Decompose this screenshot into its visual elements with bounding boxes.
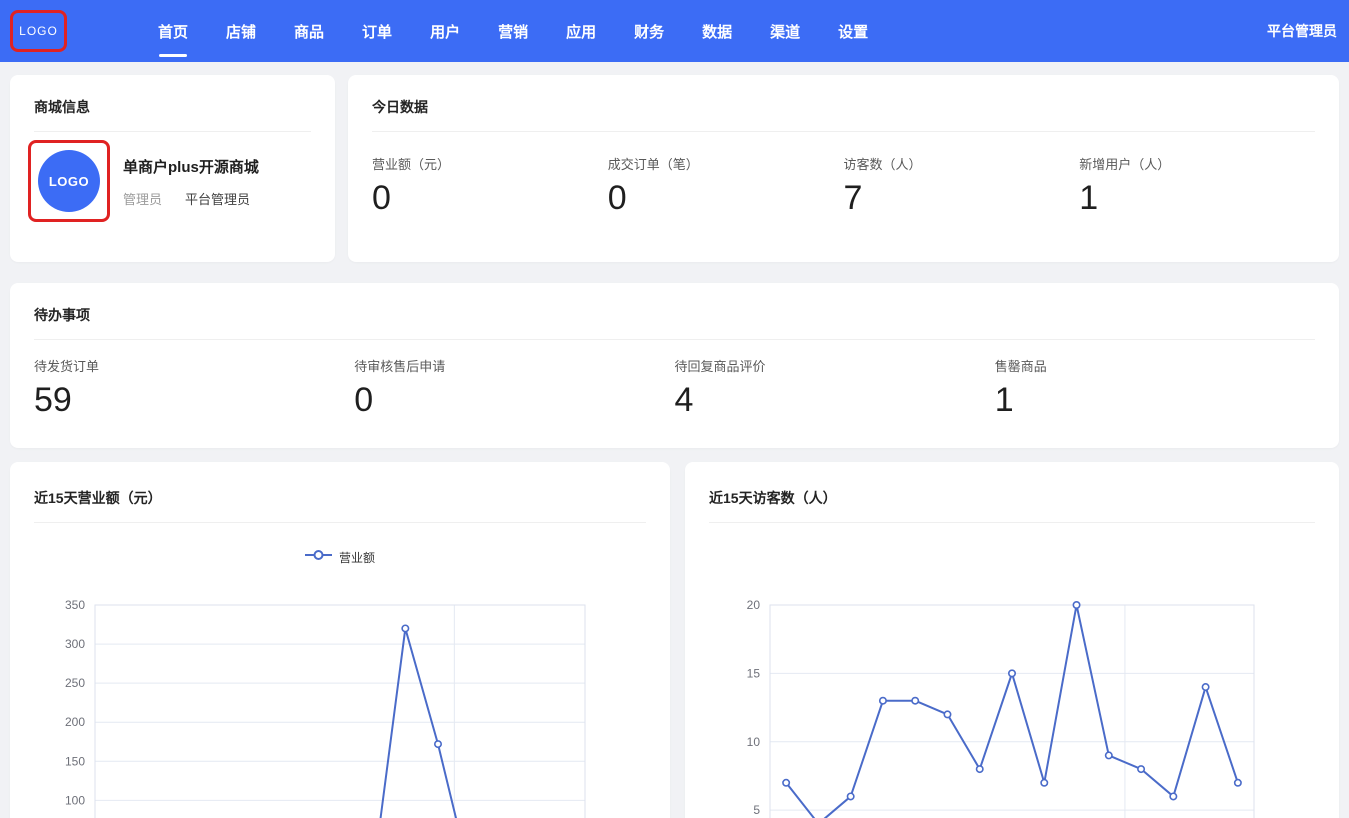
stat-item: 访客数（人） 7 — [844, 154, 1080, 215]
nav-item[interactable]: 用户 — [430, 0, 460, 62]
svg-text:150: 150 — [65, 754, 85, 768]
nav-item[interactable]: 商品 — [294, 0, 324, 62]
stat-value: 1 — [1079, 181, 1315, 215]
svg-text:5: 5 — [753, 803, 760, 817]
svg-text:200: 200 — [65, 715, 85, 729]
stat-value: 7 — [844, 181, 1080, 215]
svg-text:10: 10 — [747, 735, 761, 749]
mall-name: 单商户plus开源商城 — [123, 156, 259, 177]
role-label: 管理员 — [123, 189, 162, 208]
svg-text:100: 100 — [65, 793, 85, 807]
stat-label: 待回复商品评价 — [675, 356, 995, 375]
today-data-title: 今日数据 — [348, 75, 1339, 117]
stat-item: 待发货订单 59 — [34, 356, 354, 417]
svg-text:15: 15 — [747, 666, 761, 680]
nav-item[interactable]: 应用 — [566, 0, 596, 62]
stat-item: 售罄商品 1 — [995, 356, 1315, 417]
stat-item: 新增用户（人） 1 — [1079, 154, 1315, 215]
role-value: 平台管理员 — [185, 189, 250, 208]
user-menu[interactable]: 平台管理员 — [1267, 0, 1337, 62]
divider — [34, 339, 1315, 340]
stat-label: 营业额（元） — [372, 154, 608, 173]
svg-text:20: 20 — [747, 598, 761, 612]
stat-label: 成交订单（笔） — [608, 154, 844, 173]
svg-text:250: 250 — [65, 676, 85, 690]
stat-value: 59 — [34, 383, 354, 417]
main-nav: 首页店铺商品订单用户营销应用财务数据渠道设置 — [158, 0, 868, 62]
stat-item: 成交订单（笔） 0 — [608, 154, 844, 215]
svg-text:350: 350 — [65, 598, 85, 612]
stat-item: 营业额（元） 0 — [372, 154, 608, 215]
stat-label: 售罄商品 — [995, 356, 1315, 375]
legend-label: 营业额 — [339, 549, 375, 566]
stat-label: 待发货订单 — [34, 356, 354, 375]
todo-title: 待办事项 — [10, 283, 1339, 325]
stat-value: 4 — [675, 383, 995, 417]
todo-card: 待办事项 待发货订单 59 待审核售后申请 0 待回复商品评价 4 售罄商品 1 — [10, 283, 1339, 448]
stat-item: 待回复商品评价 4 — [675, 356, 995, 417]
mall-info-title: 商城信息 — [10, 75, 335, 117]
svg-text:300: 300 — [65, 637, 85, 651]
nav-item[interactable]: 渠道 — [770, 0, 800, 62]
stat-label: 新增用户（人） — [1079, 154, 1315, 173]
revenue-chart-canvas: 350300250200150100500 — [10, 462, 670, 818]
mall-logo-avatar: LOGO — [38, 150, 100, 212]
mall-info-card: 商城信息 LOGO 单商户plus开源商城 管理员 平台管理员 — [10, 75, 335, 262]
revenue-chart-legend[interactable]: 营业额 — [10, 548, 670, 566]
stat-value: 0 — [354, 383, 674, 417]
stat-item: 待审核售后申请 0 — [354, 356, 674, 417]
dashboard-main: 商城信息 LOGO 单商户plus开源商城 管理员 平台管理员 今日数据 — [0, 62, 1349, 818]
mall-logo-highlight[interactable]: LOGO — [28, 140, 110, 222]
logo[interactable]: LOGO — [10, 10, 67, 52]
visitors-chart-canvas: 20151050 — [685, 462, 1339, 818]
line-series-legend-icon — [305, 548, 332, 566]
stat-value: 0 — [608, 181, 844, 215]
nav-item[interactable]: 数据 — [702, 0, 732, 62]
stat-value: 1 — [995, 383, 1315, 417]
visitors-chart-card: 近15天访客数（人） 20151050 — [685, 462, 1339, 818]
todo-stats: 待发货订单 59 待审核售后申请 0 待回复商品评价 4 售罄商品 1 — [10, 356, 1339, 417]
divider — [372, 131, 1315, 132]
top-navbar: LOGO 首页店铺商品订单用户营销应用财务数据渠道设置 平台管理员 — [0, 0, 1349, 62]
nav-item[interactable]: 首页 — [158, 0, 188, 62]
stat-label: 待审核售后申请 — [354, 356, 674, 375]
nav-item[interactable]: 店铺 — [226, 0, 256, 62]
nav-item[interactable]: 营销 — [498, 0, 528, 62]
stat-value: 0 — [372, 181, 608, 215]
nav-item[interactable]: 订单 — [362, 0, 392, 62]
logo-text: LOGO — [19, 24, 58, 38]
stat-label: 访客数（人） — [844, 154, 1080, 173]
nav-item[interactable]: 财务 — [634, 0, 664, 62]
revenue-chart-card: 近15天营业额（元） 350300250200150100500 营业额 — [10, 462, 670, 818]
nav-item[interactable]: 设置 — [838, 0, 868, 62]
today-stats: 营业额（元） 0 成交订单（笔） 0 访客数（人） 7 新增用户（人） 1 — [348, 154, 1339, 215]
today-data-card: 今日数据 营业额（元） 0 成交订单（笔） 0 访客数（人） 7 新增用户（人） — [348, 75, 1339, 262]
avatar-text: LOGO — [49, 174, 89, 189]
